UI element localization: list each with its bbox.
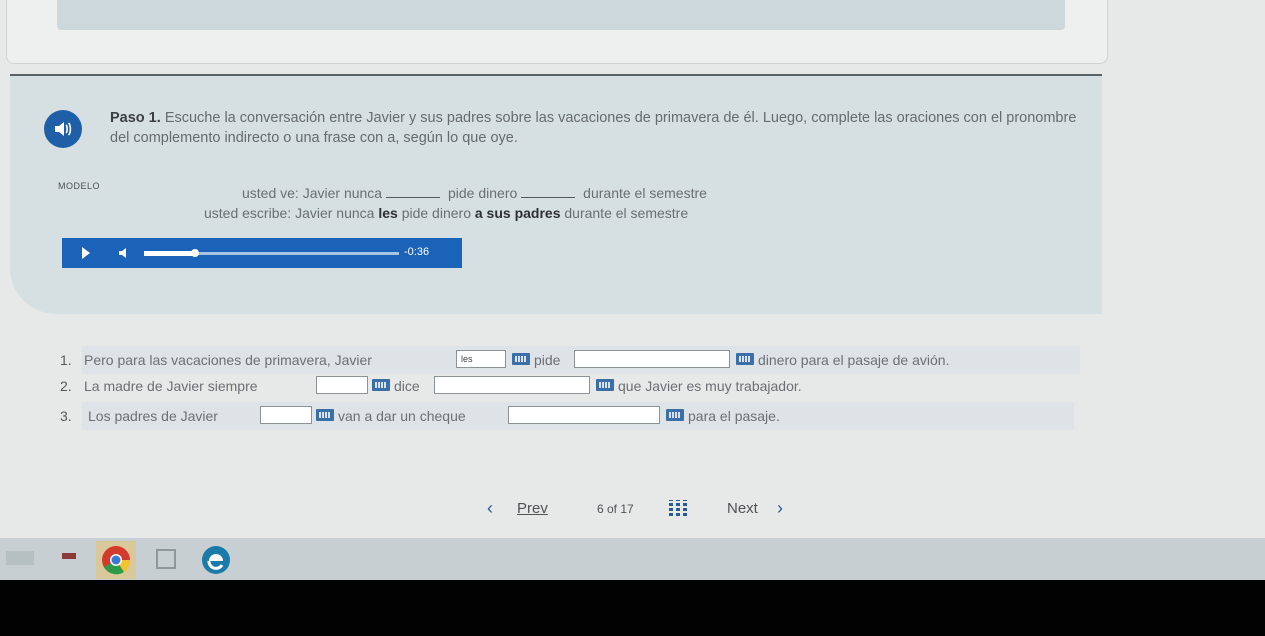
answer-field-1b[interactable] [574,350,730,368]
model-line-write: usted escribe: Javier nunca les pide din… [204,205,688,221]
keyboard-icon[interactable] [736,353,754,365]
answer-field-1a[interactable]: les [456,350,506,368]
chevron-left-icon[interactable]: ‹ [487,498,493,519]
volume-icon[interactable] [118,246,132,260]
model-see-text-3: durante el semestre [583,185,707,201]
model-write-text-2: pide dinero [401,205,471,221]
model-line-see: usted ve: Javier nunca pide dinero duran… [242,185,707,201]
question-text-2: dice [394,378,420,394]
question-number: 3. [60,408,72,424]
start-icon[interactable] [0,541,44,579]
question-text-3: dinero para el pasaje de avión. [758,352,950,368]
question-text-3: para el pasaje. [688,408,780,424]
audio-progress-fill [144,251,195,256]
keyboard-icon[interactable] [512,353,530,365]
chevron-right-icon[interactable]: › [777,498,783,519]
page-indicator: 6 of 17 [597,502,634,516]
model-see-text-1: Javier nunca [302,185,383,201]
model-label: MODELO [58,181,101,191]
previous-item-content [57,0,1065,30]
chrome-icon[interactable] [96,541,136,579]
edge-icon[interactable] [196,541,236,579]
previous-item-card [6,0,1108,64]
model-write-bold-1: les [378,205,398,221]
question-text-2: pide [534,352,561,368]
file-icon[interactable] [50,541,90,579]
model-blank-2 [521,185,576,198]
prev-link[interactable]: Prev [517,500,548,517]
question-row-2: 2. La madre de Javier siempre dice que J… [60,372,1078,400]
model-write-bold-2: a sus padres [474,205,561,221]
audio-player: -0:36 [62,238,462,268]
pagination: ‹ Prev 6 of 17 Next › [487,498,807,522]
answer-field-2a[interactable] [316,376,368,394]
audio-progress-thumb[interactable] [191,249,199,257]
question-number: 1. [60,352,72,368]
question-row-3: 3. Los padres de Javier van a dar un che… [60,402,1074,430]
audio-speaker-icon[interactable] [44,110,82,148]
model-blank-1 [386,185,441,198]
model-write-text-1: Javier nunca [295,205,375,221]
question-text-1: Los padres de Javier [88,408,218,424]
question-text-1: Pero para las vacaciones de primavera, J… [84,352,372,368]
step-instructions: Paso 1. Escuche la conversación entre Ja… [110,108,1080,148]
question-text-2: van a dar un cheque [338,408,466,424]
play-icon[interactable] [82,247,90,259]
keyboard-icon[interactable] [316,409,334,421]
model-write-text-3: durante el semestre [564,205,689,221]
question-text-1: La madre de Javier siempre [84,378,258,394]
taskbar [0,538,1265,582]
question-text-3: que Javier es muy trabajador. [618,378,802,394]
model-see-label: usted ve: [242,185,299,201]
answer-field-3b[interactable] [508,406,660,424]
audio-progress-track[interactable] [144,251,399,256]
audio-time: -0:36 [404,246,430,258]
answer-field-3a[interactable] [260,406,312,424]
next-link[interactable]: Next [727,500,758,517]
calendar-icon[interactable] [146,541,186,579]
step-label: Paso 1. [110,110,161,126]
keyboard-icon[interactable] [666,409,684,421]
question-row-1: 1. Pero para las vacaciones de primavera… [60,346,1080,374]
grid-icon[interactable] [669,500,687,516]
answer-field-2b[interactable] [434,376,590,394]
question-number: 2. [60,378,72,394]
screen-bottom-edge [0,580,1265,636]
step-text: Escuche la conversación entre Javier y s… [110,110,1077,146]
model-see-text-2: pide dinero [448,185,518,201]
keyboard-icon[interactable] [596,379,614,391]
keyboard-icon[interactable] [372,379,390,391]
model-write-label: usted escribe: [204,205,292,221]
